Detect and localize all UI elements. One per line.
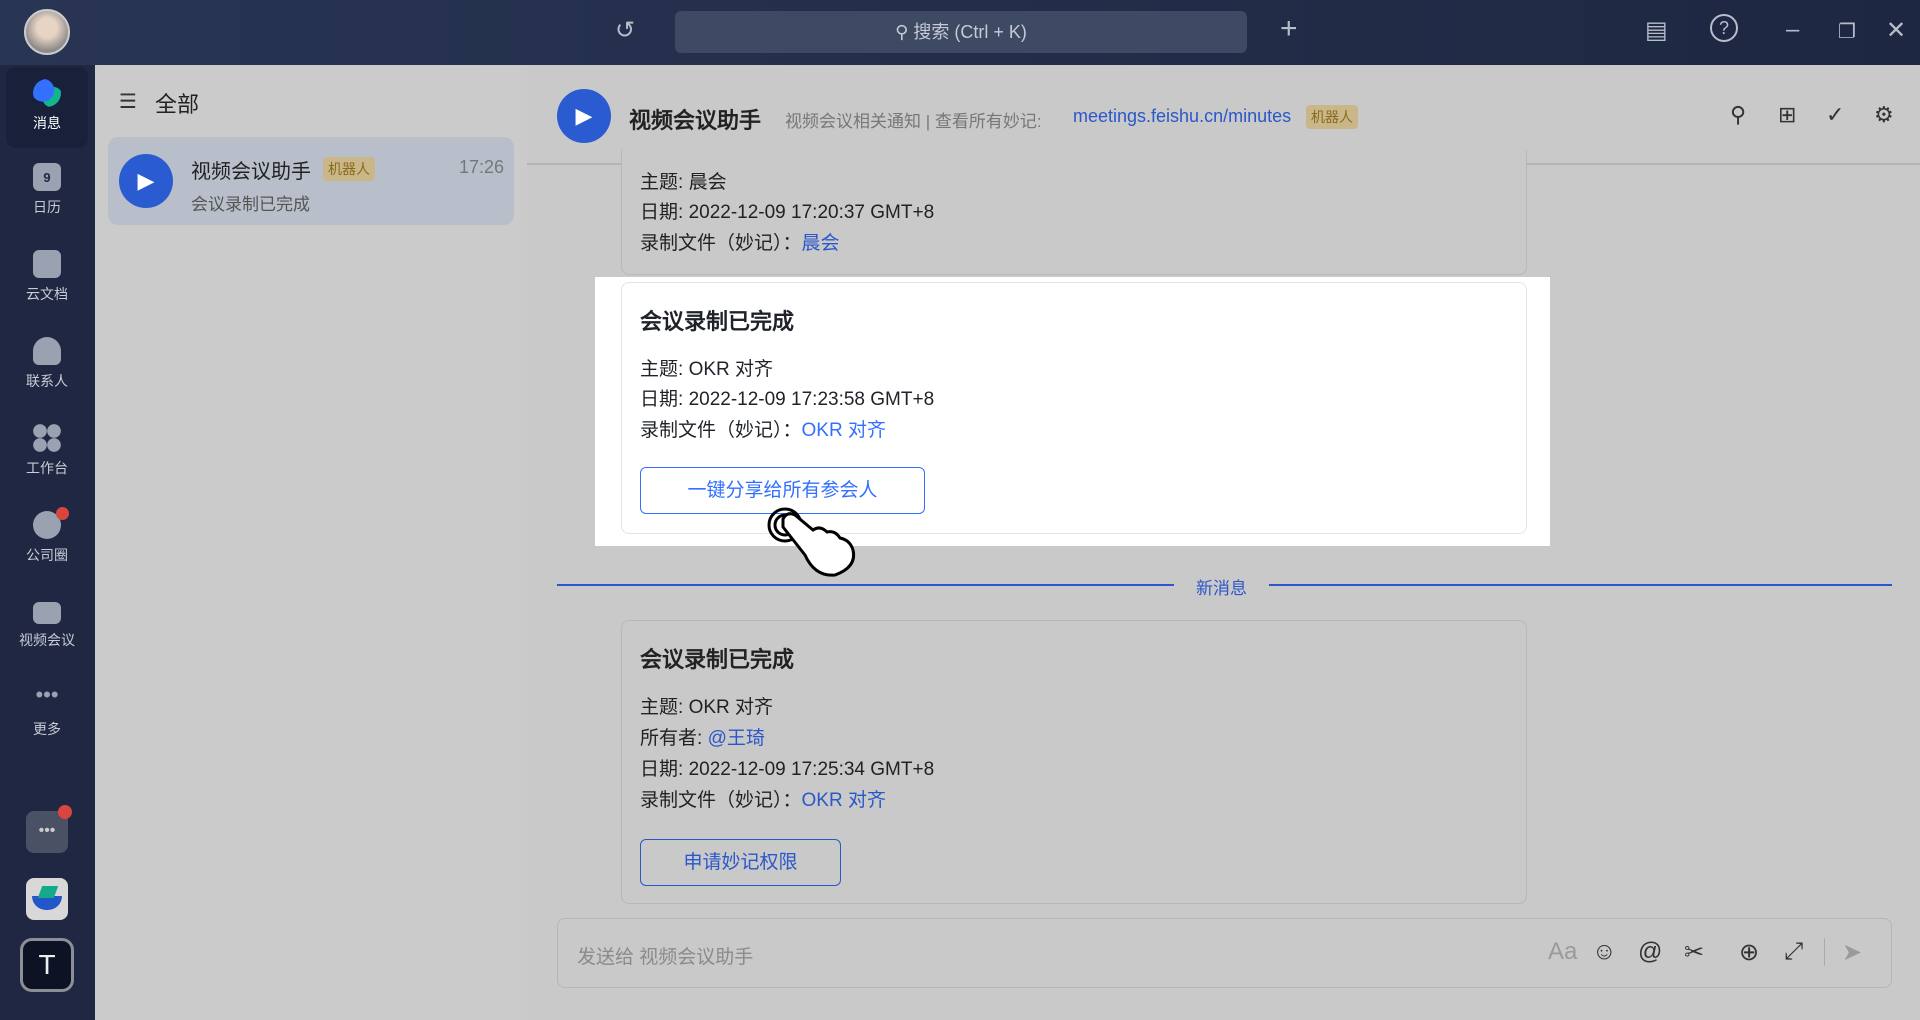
close-icon[interactable]: ✕	[1886, 16, 1906, 45]
bot-badge: 机器人	[1306, 105, 1358, 129]
rail-item-more[interactable]: ••• 更多	[6, 673, 88, 753]
toolbar-separator	[1824, 938, 1825, 966]
chat-description: 视频会议相关通知 | 查看所有妙记:	[785, 112, 1042, 131]
topic-line: 主题: OKR 对齐	[640, 359, 774, 380]
minimize-icon[interactable]: –	[1786, 16, 1799, 44]
date-line: 日期: 2022-12-09 17:20:37 GMT+8	[640, 202, 935, 223]
message-input-placeholder: 发送给 视频会议助手	[577, 947, 754, 968]
screenshot-icon[interactable]: ✂	[1684, 938, 1704, 967]
feishu-app-icon[interactable]	[26, 878, 68, 920]
chat-title: 视频会议助手	[629, 108, 762, 133]
chat-avatar: ▶	[557, 89, 611, 143]
mention-icon[interactable]: @	[1638, 938, 1662, 966]
topic-line: 主题: 晨会	[640, 172, 727, 193]
rail-item-workplace[interactable]: 工作台	[6, 412, 88, 492]
restore-icon[interactable]: ❐	[1838, 19, 1856, 44]
file-line: 录制文件（妙记）：OKR 对齐	[640, 790, 886, 811]
conversation-time: 17:26	[459, 157, 505, 177]
app-rail: 消息 9 日历 云文档 联系人 工作台 公司圈 视频会议 ••• 更多 ••• T	[0, 65, 95, 1020]
hand-cursor-icon	[765, 505, 865, 580]
notification-icon[interactable]: ▤	[1645, 16, 1668, 45]
file-line: 录制文件（妙记）：晨会	[640, 233, 840, 254]
rail-item-messages[interactable]: 消息	[6, 67, 88, 148]
card-title: 会议录制已完成	[640, 309, 795, 334]
expand-icon[interactable]: ⤢	[1784, 938, 1803, 966]
more-dots-icon: •••	[35, 682, 59, 707]
help-icon[interactable]: ?	[1710, 14, 1738, 42]
send-icon[interactable]: ➤	[1842, 938, 1862, 967]
minutes-file-link[interactable]: OKR 对齐	[802, 420, 886, 441]
calendar-icon: 9	[33, 163, 61, 191]
video-assistant-avatar: ▶	[119, 154, 173, 208]
search-icon: ⚲	[895, 22, 914, 42]
unread-dot	[56, 507, 69, 520]
date-line: 日期: 2022-12-09 17:23:58 GMT+8	[640, 389, 935, 410]
request-permission-button[interactable]: 申请妙记权限	[640, 839, 841, 886]
rail-item-docs[interactable]: 云文档	[6, 238, 88, 318]
date-line: 日期: 2022-12-09 17:25:34 GMT+8	[640, 759, 935, 780]
conversation-item[interactable]: ▶ 视频会议助手 机器人 17:26 会议录制已完成	[108, 137, 514, 225]
video-camera-icon	[33, 602, 61, 624]
add-attachment-icon[interactable]: ⊕	[1739, 938, 1759, 967]
font-format-icon[interactable]: Aa	[1548, 938, 1577, 966]
minutes-file-link[interactable]: OKR 对齐	[802, 790, 886, 811]
workplace-icon	[33, 424, 61, 452]
minutes-file-link[interactable]: 晨会	[802, 233, 840, 254]
history-icon[interactable]: ↺	[615, 16, 635, 45]
new-messages-label: 新消息	[1174, 574, 1269, 599]
filter-label[interactable]: 全部	[155, 87, 199, 119]
bot-badge: 机器人	[323, 157, 375, 181]
rail-item-contacts[interactable]: 联系人	[6, 325, 88, 405]
search-box[interactable]: ⚲ 搜索 (Ctrl + K)	[675, 11, 1247, 53]
conversation-name: 视频会议助手	[191, 161, 311, 183]
emoji-icon[interactable]: ☺	[1592, 938, 1617, 966]
app-t-button[interactable]: T	[20, 938, 74, 992]
rail-item-calendar[interactable]: 9 日历	[6, 151, 88, 231]
minutes-link[interactable]: meetings.feishu.cn/minutes	[1073, 106, 1291, 127]
unread-dot	[58, 805, 72, 819]
conversation-list: ☰ 全部 ▶ 视频会议助手 机器人 17:26 会议录制已完成	[95, 65, 527, 1020]
user-avatar[interactable]	[24, 9, 70, 55]
filter-menu-icon[interactable]: ☰	[119, 89, 137, 114]
topic-line: 主题: OKR 对齐	[640, 697, 774, 718]
rail-item-moments[interactable]: 公司圈	[6, 499, 88, 579]
owner-mention[interactable]: @王琦	[708, 728, 765, 749]
contacts-icon	[33, 337, 61, 365]
settings-icon[interactable]: ⚙	[1874, 102, 1894, 128]
add-tab-icon[interactable]: ⊞	[1778, 102, 1796, 128]
rail-item-video-meeting[interactable]: 视频会议	[6, 586, 88, 666]
owner-line: 所有者: @王琦	[640, 728, 765, 749]
mark-done-icon[interactable]: ✓	[1826, 102, 1844, 128]
add-icon[interactable]: +	[1280, 12, 1298, 46]
card-title: 会议录制已完成	[640, 647, 795, 672]
top-bar: ↺ ⚲ 搜索 (Ctrl + K) + ▤ ? – ❐ ✕	[0, 0, 1920, 65]
file-line: 录制文件（妙记）：OKR 对齐	[640, 420, 886, 441]
docs-icon	[33, 250, 61, 278]
message-icon	[33, 79, 61, 107]
more-apps-button[interactable]: •••	[26, 805, 72, 853]
conversation-preview: 会议录制已完成	[191, 195, 310, 214]
search-chat-icon[interactable]: ⚲	[1730, 102, 1746, 128]
